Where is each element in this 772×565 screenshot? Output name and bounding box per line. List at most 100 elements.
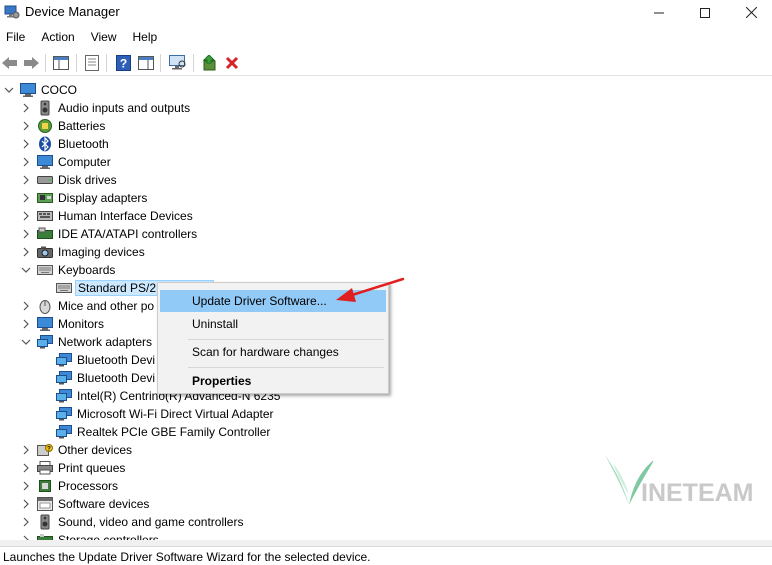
device-manager-app-icon <box>4 4 20 20</box>
help-icon[interactable]: ? <box>113 53 133 73</box>
tree-item-label: Print queues <box>58 461 126 475</box>
tree-item-label: Batteries <box>58 119 106 133</box>
chevron-right-icon[interactable] <box>21 319 31 329</box>
software-device-icon <box>37 496 53 512</box>
scan-hardware-changes-icon[interactable] <box>168 53 188 73</box>
toolbar-separator <box>193 54 194 72</box>
toolbar-separator <box>160 54 161 72</box>
tree-category[interactable]: Human Interface Devices <box>0 207 772 225</box>
menu-view[interactable]: View <box>85 28 123 48</box>
chevron-right-icon[interactable] <box>21 301 31 311</box>
tree-item-label: IDE ATA/ATAPI controllers <box>58 227 198 241</box>
properties-sheet-icon[interactable] <box>82 53 102 73</box>
tree-device[interactable]: Microsoft Wi-Fi Direct Virtual Adapter <box>0 405 772 423</box>
network-adapter-icon <box>56 388 72 404</box>
uninstall-menu-item[interactable]: Uninstall <box>160 313 386 335</box>
chevron-right-icon[interactable] <box>21 175 31 185</box>
tree-category[interactable]: Keyboards <box>0 261 772 279</box>
display-adapter-icon <box>37 190 53 206</box>
close-button[interactable] <box>728 0 772 25</box>
forward-arrow-icon[interactable] <box>21 53 41 73</box>
bluetooth-icon <box>37 136 53 152</box>
chevron-right-icon[interactable] <box>21 139 31 149</box>
tree-category[interactable]: Disk drives <box>0 171 772 189</box>
chevron-right-icon[interactable] <box>21 211 31 221</box>
ide-icon <box>37 226 53 242</box>
tree-item-label: Microsoft Wi-Fi Direct Virtual Adapter <box>77 407 274 421</box>
chevron-right-icon[interactable] <box>21 445 31 455</box>
tree-item-label: Keyboards <box>58 263 116 277</box>
chevron-down-icon[interactable] <box>21 337 31 347</box>
chevron-right-icon[interactable] <box>21 193 31 203</box>
tree-item-label: COCO <box>41 83 77 97</box>
printer-icon <box>37 460 53 476</box>
toolbar-separator <box>106 54 107 72</box>
mouse-icon <box>37 298 53 314</box>
network-adapter-icon <box>56 370 72 386</box>
chevron-right-icon[interactable] <box>21 517 31 527</box>
menu-separator <box>188 339 384 340</box>
tree-category[interactable]: Batteries <box>0 117 772 135</box>
toolbar: ? <box>0 50 772 76</box>
tree-category[interactable]: IDE ATA/ATAPI controllers <box>0 225 772 243</box>
toolbar-separator <box>76 54 77 72</box>
svg-text:?: ? <box>119 57 126 71</box>
chevron-right-icon[interactable] <box>21 229 31 239</box>
tree-device[interactable]: Realtek PCIe GBE Family Controller <box>0 423 772 441</box>
network-adapter-icon <box>56 406 72 422</box>
tree-category[interactable]: Computer <box>0 153 772 171</box>
chevron-right-icon[interactable] <box>21 157 31 167</box>
keyboard-icon <box>37 262 53 278</box>
tree-item-label: Realtek PCIe GBE Family Controller <box>77 425 271 439</box>
computer-root-icon <box>20 82 36 98</box>
monitor-icon <box>37 154 53 170</box>
watermark-text: INETEAM <box>641 479 754 507</box>
tree-item-label: Computer <box>58 155 111 169</box>
minimize-button[interactable] <box>636 0 682 25</box>
tree-item-label: Bluetooth Devi <box>77 371 156 385</box>
uninstall-device-icon[interactable] <box>222 53 242 73</box>
disk-icon <box>37 172 53 188</box>
svg-text:?: ? <box>47 447 51 453</box>
speaker-icon <box>37 514 53 530</box>
context-menu: Update Driver Software... Uninstall Scan… <box>157 282 389 394</box>
menu-file[interactable]: File <box>0 28 31 48</box>
menu-help[interactable]: Help <box>127 28 164 48</box>
tree-item-label: Human Interface Devices <box>58 209 193 223</box>
update-driver-software-menu-item[interactable]: Update Driver Software... <box>160 290 386 312</box>
tree-item-label: Processors <box>58 479 119 493</box>
tree-item-label: Sound, video and game controllers <box>58 515 244 529</box>
chevron-right-icon[interactable] <box>21 103 31 113</box>
update-driver-icon[interactable] <box>200 53 220 73</box>
status-bar: Launches the Update Driver Software Wiza… <box>0 546 772 565</box>
show-action-pane-icon[interactable] <box>136 53 156 73</box>
chevron-down-icon[interactable] <box>4 85 14 95</box>
tree-item-label: Other devices <box>58 443 133 457</box>
chevron-right-icon[interactable] <box>21 247 31 257</box>
menu-action[interactable]: Action <box>35 28 80 48</box>
chevron-right-icon[interactable] <box>21 463 31 473</box>
monitor-icon <box>37 316 53 332</box>
tree-item-label: Bluetooth Devi <box>77 353 156 367</box>
chevron-down-icon[interactable] <box>21 265 31 275</box>
hid-icon <box>37 208 53 224</box>
maximize-button[interactable] <box>682 0 728 25</box>
tree-category[interactable]: Sound, video and game controllers <box>0 513 772 531</box>
tree-item-label: Imaging devices <box>58 245 145 259</box>
chevron-right-icon[interactable] <box>21 481 31 491</box>
tree-root-computer[interactable]: COCO <box>0 81 772 99</box>
properties-menu-item[interactable]: Properties <box>160 370 386 392</box>
tree-item-label: Mice and other po <box>58 299 155 313</box>
camera-icon <box>37 244 53 260</box>
chevron-right-icon[interactable] <box>21 121 31 131</box>
show-hide-console-tree-icon[interactable] <box>51 53 71 73</box>
chevron-right-icon[interactable] <box>21 499 31 509</box>
tree-category[interactable]: Bluetooth <box>0 135 772 153</box>
tree-category[interactable]: Display adapters <box>0 189 772 207</box>
tree-category[interactable]: Audio inputs and outputs <box>0 99 772 117</box>
back-arrow-icon[interactable] <box>0 53 20 73</box>
battery-icon <box>37 118 53 134</box>
tree-item-label: Audio inputs and outputs <box>58 101 191 115</box>
tree-category[interactable]: Imaging devices <box>0 243 772 261</box>
scan-hardware-changes-menu-item[interactable]: Scan for hardware changes <box>160 341 386 363</box>
